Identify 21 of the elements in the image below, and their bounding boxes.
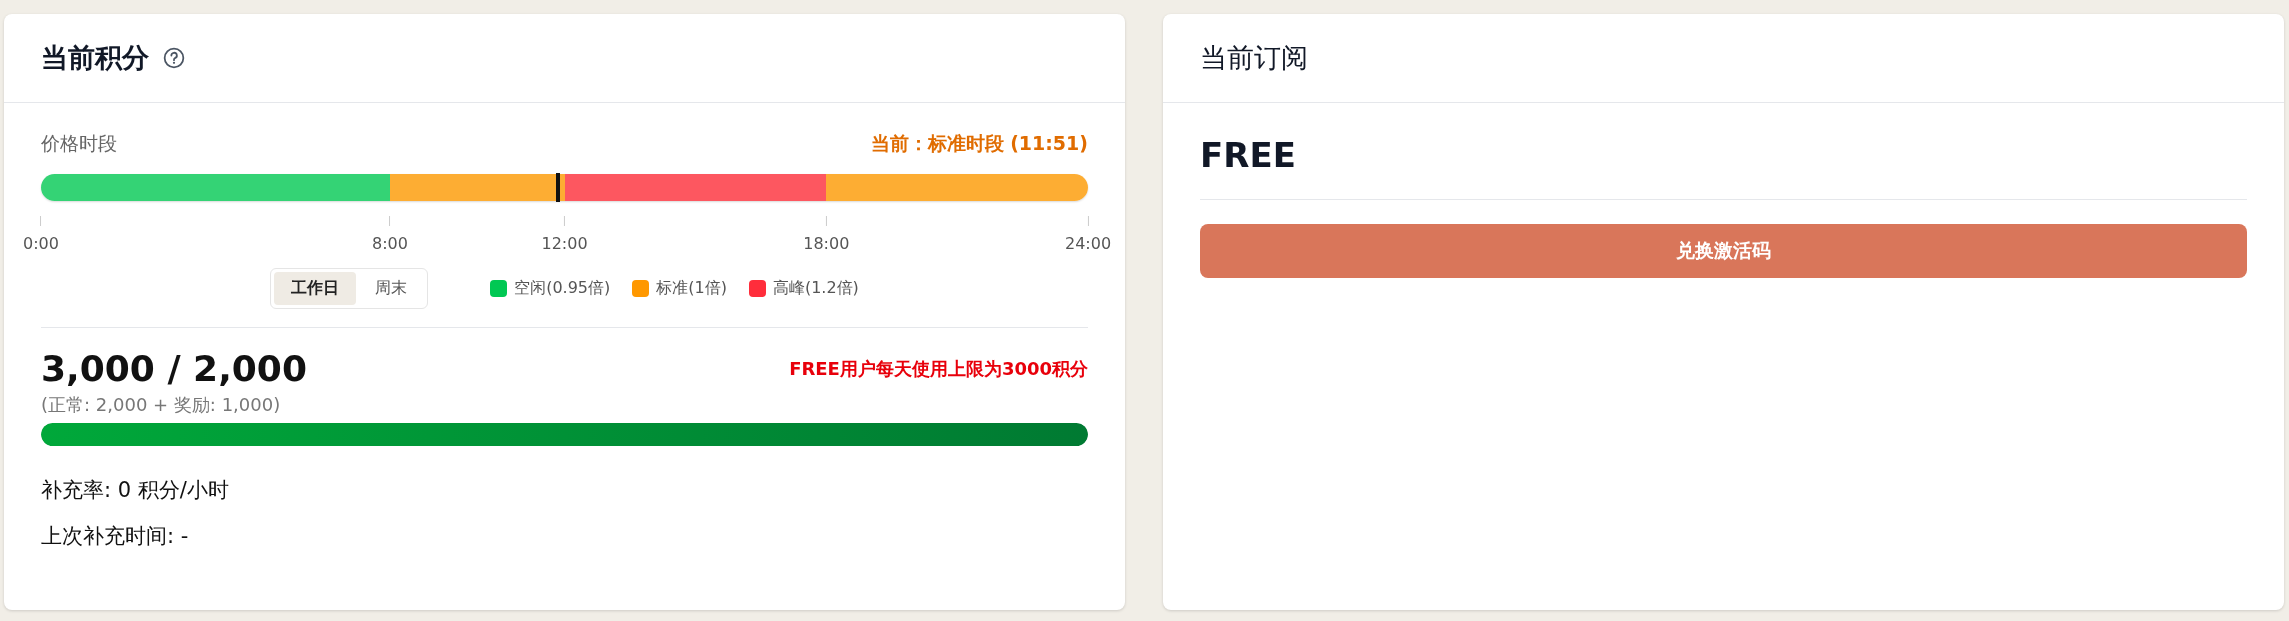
credit-breakdown: (正常: 2,000 + 奖励: 1,000) — [41, 393, 282, 417]
day-tab[interactable]: 工作日 — [274, 272, 357, 305]
tick-label: 18:00 — [803, 234, 850, 253]
tick-label: 8:00 — [372, 234, 408, 253]
legend-label: 空闲(0.95倍) — [514, 278, 611, 299]
current-period: 当前：标准时段 (11:51) — [870, 131, 1088, 156]
plan-name: FREE — [1200, 135, 1297, 175]
card-title: 当前积分 — [41, 41, 149, 75]
tick-label: 0:00 — [23, 234, 59, 253]
legend-label: 高峰(1.2倍) — [772, 278, 859, 299]
schedule-label: 价格时段 — [41, 131, 117, 156]
card-title: 当前订阅 — [1200, 41, 1308, 75]
tick-label: 12:00 — [541, 234, 588, 253]
credit-balance: 3,000 / 2,000 — [41, 348, 307, 389]
limit-notice: FREE用户每天使用上限为3000积分 — [789, 356, 1088, 381]
refill-rate: 补充率: 0 积分/小时 — [41, 477, 230, 504]
day-tab[interactable]: 周末 — [358, 272, 425, 305]
help-icon[interactable] — [163, 47, 185, 69]
tick-label: 24:00 — [1064, 234, 1112, 253]
legend-label: 标准(1倍) — [656, 278, 727, 299]
last-refill: 上次补充时间: - — [41, 523, 190, 550]
